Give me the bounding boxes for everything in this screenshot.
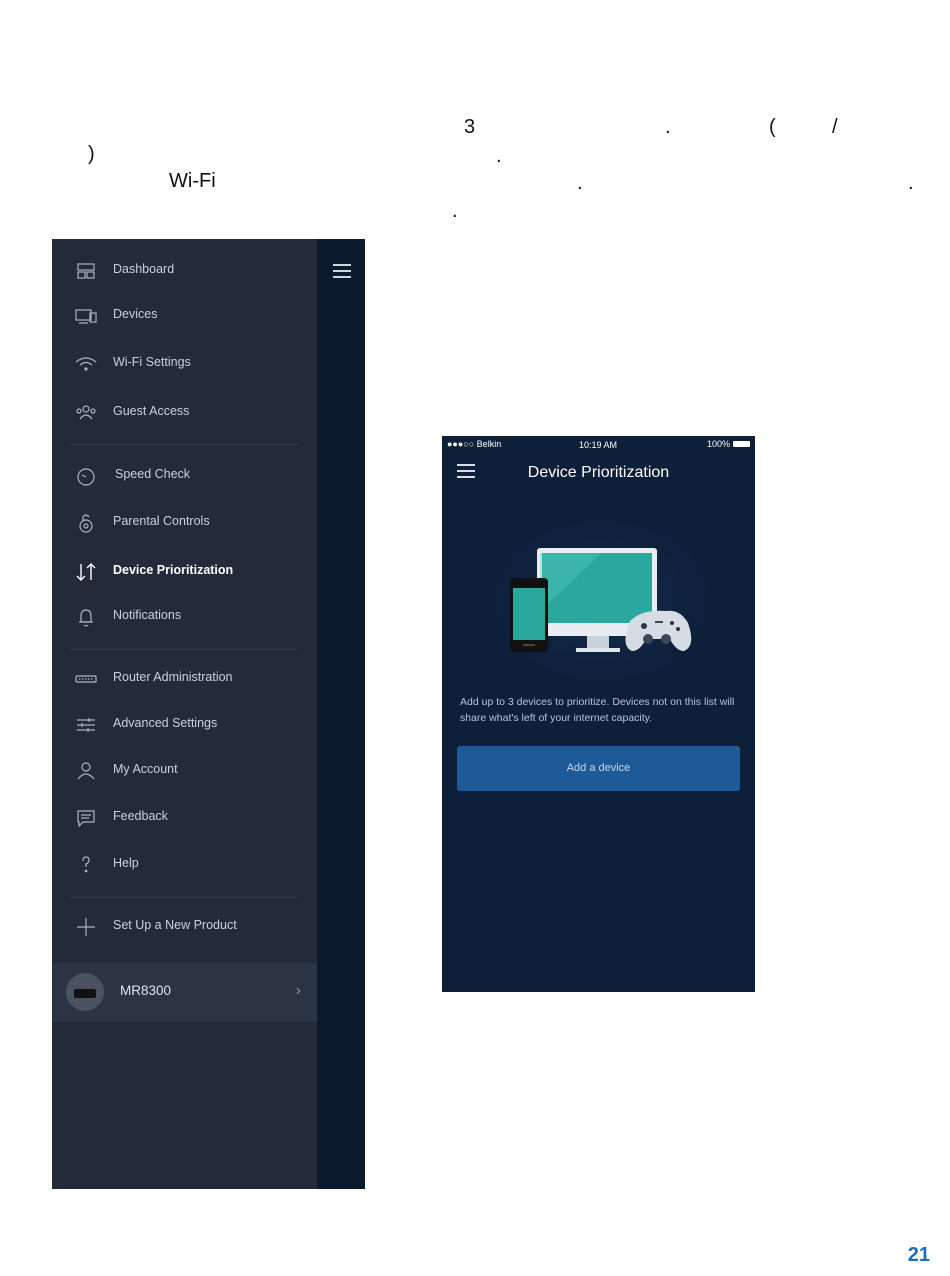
router-icon <box>74 667 98 691</box>
status-bar: ●●●○○ Belkin 10:19 AM 100% <box>442 436 755 453</box>
text-fragment-slash: / <box>832 116 838 138</box>
menu-item-label: Device Prioritization <box>113 563 234 577</box>
device-avatar <box>66 973 104 1011</box>
menu-item-label: Set Up a New Product <box>113 918 237 932</box>
devices-icon <box>74 304 98 328</box>
menu-item-label: Devices <box>113 307 158 321</box>
chat-icon <box>74 806 98 830</box>
question-mark-icon <box>74 853 98 877</box>
text-fragment-close-paren: ) <box>88 143 95 165</box>
battery-icon <box>733 441 750 447</box>
menu-item-set-up-new-product[interactable]: Set Up a New Product <box>52 907 317 947</box>
bell-icon <box>74 605 98 629</box>
menu-item-speed-check[interactable]: Speed Check <box>52 456 317 496</box>
menu-item-label: Advanced Settings <box>113 716 218 730</box>
menu-item-label: Guest Access <box>113 404 190 418</box>
menu-item-label: Dashboard <box>113 262 175 276</box>
menu-item-router-administration[interactable]: Router Administration <box>52 659 317 699</box>
menu-item-device-prioritization[interactable]: Device Prioritization <box>52 552 317 592</box>
menu-item-parental-controls[interactable]: Parental Controls <box>52 503 317 543</box>
menu-divider <box>69 649 297 650</box>
phone-screenshot: ●●●○○ Belkin 10:19 AM 100% Device Priori… <box>442 436 755 992</box>
menu-item-label: Notifications <box>113 608 182 622</box>
prioritize-arrows-icon <box>74 560 98 584</box>
text-fragment-wifi: Wi-Fi <box>169 170 216 192</box>
screen-title: Device Prioritization <box>527 464 670 481</box>
menu-item-label: My Account <box>113 762 178 776</box>
menu-screenshot: Dashboard Devices Wi-Fi Settings Guest A… <box>52 239 365 1189</box>
text-fragment-period: . <box>496 145 502 167</box>
hamburger-icon[interactable] <box>333 264 351 278</box>
text-fragment-period: . <box>577 172 583 194</box>
device-row[interactable]: MR8300 › <box>52 963 317 1022</box>
devices-illustration <box>482 511 722 691</box>
menu-item-label: Speed Check <box>115 467 191 481</box>
text-fragment-period: . <box>908 172 914 194</box>
menu-item-guest-access[interactable]: Guest Access <box>52 393 317 433</box>
menu-item-notifications[interactable]: Notifications <box>52 597 317 637</box>
plus-icon <box>74 915 98 939</box>
menu-side-strip <box>317 239 365 1189</box>
menu-item-feedback[interactable]: Feedback <box>52 798 317 838</box>
add-device-button[interactable]: Add a device <box>457 746 740 791</box>
carrier-label: ●●●○○ Belkin <box>447 439 502 449</box>
menu-item-label: Help <box>113 856 139 870</box>
lock-icon <box>74 511 98 535</box>
menu-item-advanced-settings[interactable]: Advanced Settings <box>52 705 317 745</box>
battery-indicator: 100% <box>707 439 750 449</box>
speedometer-icon <box>74 464 98 488</box>
text-fragment-period: . <box>665 116 671 138</box>
text-fragment-3: 3 <box>464 116 476 138</box>
menu-item-my-account[interactable]: My Account <box>52 751 317 791</box>
user-icon <box>74 759 98 783</box>
description-text: Add up to 3 devices to prioritize. Devic… <box>460 696 735 724</box>
menu-item-wifi-settings[interactable]: Wi-Fi Settings <box>52 344 317 384</box>
menu-item-label: Feedback <box>113 809 168 823</box>
chevron-right-icon: › <box>295 982 301 999</box>
battery-percent: 100% <box>706 439 730 449</box>
status-time: 10:19 AM <box>579 440 618 450</box>
text-fragment-open-paren: ( <box>769 116 776 138</box>
menu-item-devices[interactable]: Devices <box>52 296 317 336</box>
menu-item-dashboard[interactable]: Dashboard <box>52 251 317 291</box>
menu-divider <box>69 897 297 898</box>
menu-item-label: Wi-Fi Settings <box>113 355 191 369</box>
device-name: MR8300 <box>120 983 172 998</box>
dashboard-icon <box>74 259 98 283</box>
menu-divider <box>69 444 297 445</box>
sliders-icon <box>74 713 98 737</box>
text-fragment-period: . <box>452 200 458 222</box>
guest-icon <box>74 401 98 425</box>
page-number: 21 <box>907 1244 930 1266</box>
menu-item-help[interactable]: Help <box>52 845 317 885</box>
menu-item-label: Parental Controls <box>113 514 210 528</box>
wifi-icon <box>74 352 98 376</box>
menu-item-label: Router Administration <box>113 670 233 684</box>
